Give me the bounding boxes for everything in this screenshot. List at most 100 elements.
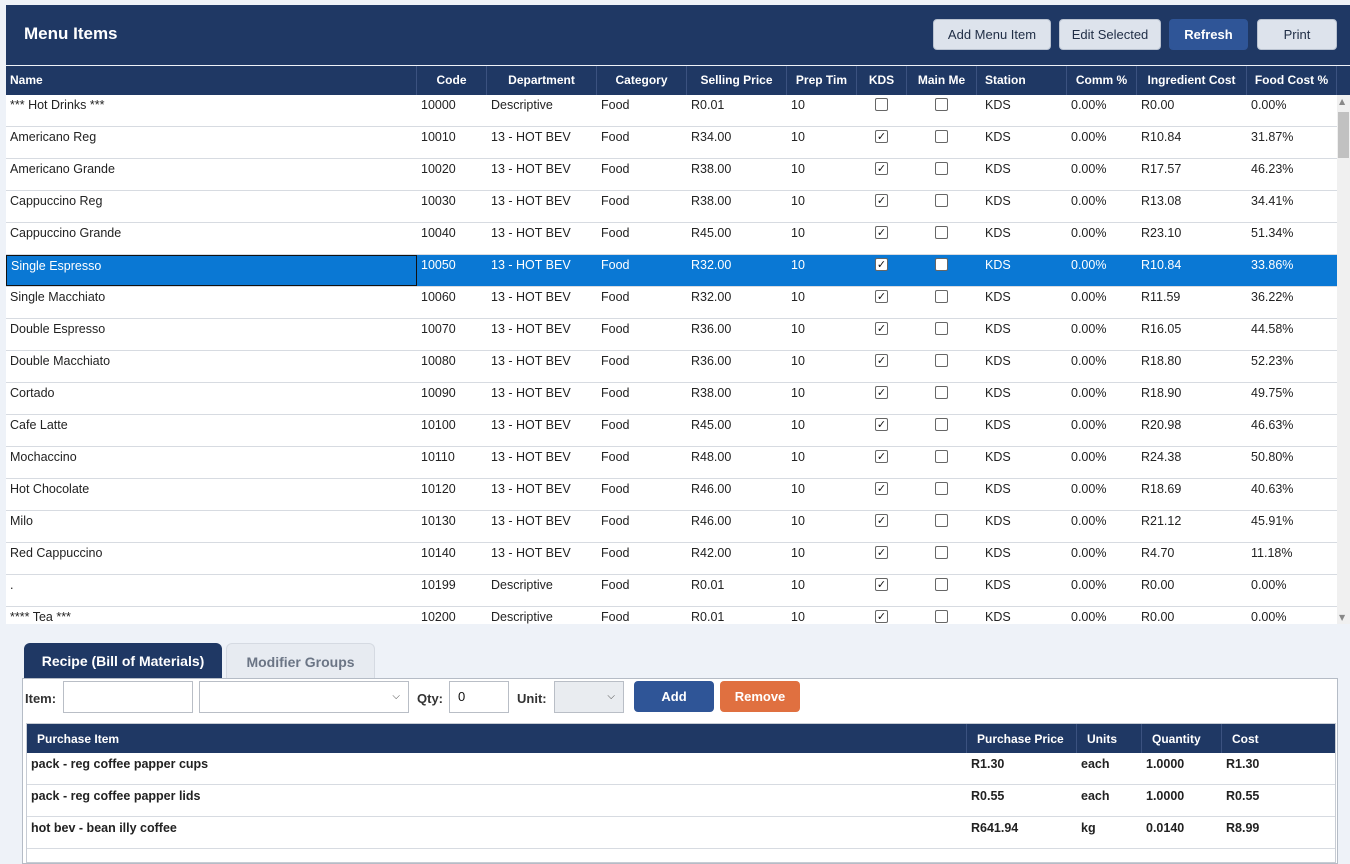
table-row[interactable]: Mochaccino 10110 13 - HOT BEV Food R48.00 10 ✓…: [6, 447, 1337, 479]
main-menu-checkbox[interactable]: [935, 546, 948, 559]
table-row[interactable]: Single Espresso 10050 13 - HOT BEV Food R32.…: [6, 255, 1337, 287]
main-menu-checkbox[interactable]: [935, 482, 948, 495]
column-header-name[interactable]: Name: [6, 66, 417, 95]
print-button[interactable]: Print: [1257, 19, 1337, 50]
grid-scrollbar[interactable]: ▲ ▼: [1337, 95, 1350, 624]
main-menu-checkbox[interactable]: [935, 162, 948, 175]
table-row[interactable]: Cortado 10090 13 - HOT BEV Food R38.00 10 ✓ KDS…: [6, 383, 1337, 415]
table-row[interactable]: . 10199 Descriptive Food R0.01 10 ✓ KDS 0.00% R0.…: [6, 575, 1337, 607]
main-menu-checkbox[interactable]: [935, 418, 948, 431]
kds-checkbox[interactable]: ✓: [875, 482, 888, 495]
column-header-kds[interactable]: KDS: [857, 66, 907, 95]
main-menu-checkbox[interactable]: [935, 194, 948, 207]
table-row[interactable]: Hot Chocolate 10120 13 - HOT BEV Food R46.00…: [6, 479, 1337, 511]
main-menu-checkbox[interactable]: [935, 322, 948, 335]
tab-modifier-groups[interactable]: Modifier Groups: [226, 643, 375, 679]
unit-select[interactable]: ⌵: [554, 681, 624, 713]
table-row[interactable]: Cappuccino Grande 10040 13 - HOT BEV Food R4…: [6, 223, 1337, 255]
main-menu-checkbox[interactable]: [935, 98, 948, 111]
cell-selling-price: R32.00: [691, 290, 732, 304]
recipe-column-header-units[interactable]: Units: [1077, 724, 1142, 753]
scroll-down-icon[interactable]: ▼: [1339, 613, 1345, 622]
column-header-station[interactable]: Station: [977, 66, 1067, 95]
add-menu-item-button[interactable]: Add Menu Item: [933, 19, 1051, 50]
kds-checkbox[interactable]: ✓: [875, 322, 888, 335]
kds-checkbox[interactable]: ✓: [875, 226, 888, 239]
table-row[interactable]: Double Macchiato 10080 13 - HOT BEV Food R36…: [6, 351, 1337, 383]
remove-ingredient-button[interactable]: Remove: [720, 681, 800, 712]
main-menu-checkbox[interactable]: [935, 130, 948, 143]
kds-checkbox[interactable]: ✓: [875, 418, 888, 431]
recipe-row[interactable]: hot bev - bean illy coffee R641.94 kg 0.014…: [27, 817, 1335, 849]
recipe-panel: Item: ⌵ Qty: 0 Unit: ⌵ Add Remove Purcha…: [22, 678, 1338, 864]
cell-food-cost: 52.23%: [1251, 354, 1294, 368]
kds-checkbox[interactable]: [875, 98, 888, 111]
table-row[interactable]: Single Macchiato 10060 13 - HOT BEV Food R32…: [6, 287, 1337, 319]
kds-checkbox[interactable]: ✓: [875, 514, 888, 527]
kds-checkbox[interactable]: ✓: [875, 258, 888, 271]
main-menu-checkbox[interactable]: [935, 578, 948, 591]
cell-selling-price: R32.00: [691, 258, 732, 272]
cell-department: 13 - HOT BEV: [491, 354, 571, 368]
column-header-food-cost[interactable]: Food Cost %: [1247, 66, 1337, 95]
recipe-column-header-price[interactable]: Purchase Price: [967, 724, 1077, 753]
cell-name: Americano Reg: [10, 130, 97, 144]
scrollbar-thumb[interactable]: [1338, 112, 1349, 158]
main-menu-checkbox[interactable]: [935, 386, 948, 399]
column-header-main-menu[interactable]: Main Me: [907, 66, 977, 95]
column-header-code[interactable]: Code: [417, 66, 487, 95]
recipe-row[interactable]: pack - reg coffee papper lids R0.55 each 1.…: [27, 785, 1335, 817]
main-menu-checkbox[interactable]: [935, 354, 948, 367]
table-row[interactable]: Americano Grande 10020 13 - HOT BEV Food R38…: [6, 159, 1337, 191]
main-menu-checkbox[interactable]: [935, 610, 948, 623]
column-header-ingredient-cost[interactable]: Ingredient Cost: [1137, 66, 1247, 95]
main-menu-checkbox[interactable]: [935, 290, 948, 303]
cell-department: 13 - HOT BEV: [491, 418, 571, 432]
table-row[interactable]: Milo 10130 13 - HOT BEV Food R46.00 10 ✓ KDS 0.0…: [6, 511, 1337, 543]
column-header-prep-time[interactable]: Prep Tim: [787, 66, 857, 95]
main-menu-checkbox[interactable]: [935, 514, 948, 527]
cell-food-cost: 49.75%: [1251, 386, 1294, 400]
kds-checkbox[interactable]: ✓: [875, 130, 888, 143]
kds-checkbox[interactable]: ✓: [875, 386, 888, 399]
kds-checkbox[interactable]: ✓: [875, 290, 888, 303]
column-header-comm[interactable]: Comm %: [1067, 66, 1137, 95]
cell-food-cost: 0.00%: [1251, 610, 1287, 624]
column-header-selling-price[interactable]: Selling Price: [687, 66, 787, 95]
main-menu-checkbox[interactable]: [935, 258, 948, 271]
column-header-category[interactable]: Category: [597, 66, 687, 95]
table-row[interactable]: Americano Reg 10010 13 - HOT BEV Food R34.00…: [6, 127, 1337, 159]
table-row[interactable]: **** Tea *** 10200 Descriptive Food R0.01 10 ✓…: [6, 607, 1337, 624]
item-select[interactable]: ⌵: [199, 681, 409, 713]
tab-recipe[interactable]: Recipe (Bill of Materials): [24, 643, 222, 679]
kds-checkbox[interactable]: ✓: [875, 610, 888, 623]
main-menu-checkbox[interactable]: [935, 450, 948, 463]
kds-checkbox[interactable]: ✓: [875, 162, 888, 175]
recipe-column-header-item[interactable]: Purchase Item: [27, 724, 967, 753]
recipe-row[interactable]: pack - reg coffee papper cups R1.30 each 1.…: [27, 753, 1335, 785]
cell-name: Double Espresso: [10, 322, 106, 336]
refresh-button[interactable]: Refresh: [1169, 19, 1248, 50]
table-row[interactable]: Double Espresso 10070 13 - HOT BEV Food R36.…: [6, 319, 1337, 351]
main-menu-checkbox[interactable]: [935, 226, 948, 239]
kds-checkbox[interactable]: ✓: [875, 194, 888, 207]
scroll-up-icon[interactable]: ▲: [1339, 97, 1345, 106]
kds-checkbox[interactable]: ✓: [875, 354, 888, 367]
table-row[interactable]: Cafe Latte 10100 13 - HOT BEV Food R45.00 10 ✓…: [6, 415, 1337, 447]
add-ingredient-button[interactable]: Add: [634, 681, 714, 712]
cell-ingredient-cost: R11.59: [1141, 290, 1181, 304]
recipe-column-header-cost[interactable]: Cost: [1222, 724, 1335, 753]
table-row[interactable]: *** Hot Drinks *** 10000 Descriptive Food R0…: [6, 95, 1337, 127]
edit-selected-button[interactable]: Edit Selected: [1059, 19, 1161, 50]
kds-checkbox[interactable]: ✓: [875, 578, 888, 591]
table-row[interactable]: Red Cappuccino 10140 13 - HOT BEV Food R42.0…: [6, 543, 1337, 575]
qty-input[interactable]: 0: [449, 681, 509, 713]
table-row[interactable]: Cappuccino Reg 10030 13 - HOT BEV Food R38.0…: [6, 191, 1337, 223]
kds-checkbox[interactable]: ✓: [875, 546, 888, 559]
recipe-column-header-quantity[interactable]: Quantity: [1142, 724, 1222, 753]
cell-name: Hot Chocolate: [10, 482, 90, 496]
item-code-input[interactable]: [63, 681, 193, 713]
cell-category: Food: [601, 450, 630, 464]
column-header-department[interactable]: Department: [487, 66, 597, 95]
kds-checkbox[interactable]: ✓: [875, 450, 888, 463]
